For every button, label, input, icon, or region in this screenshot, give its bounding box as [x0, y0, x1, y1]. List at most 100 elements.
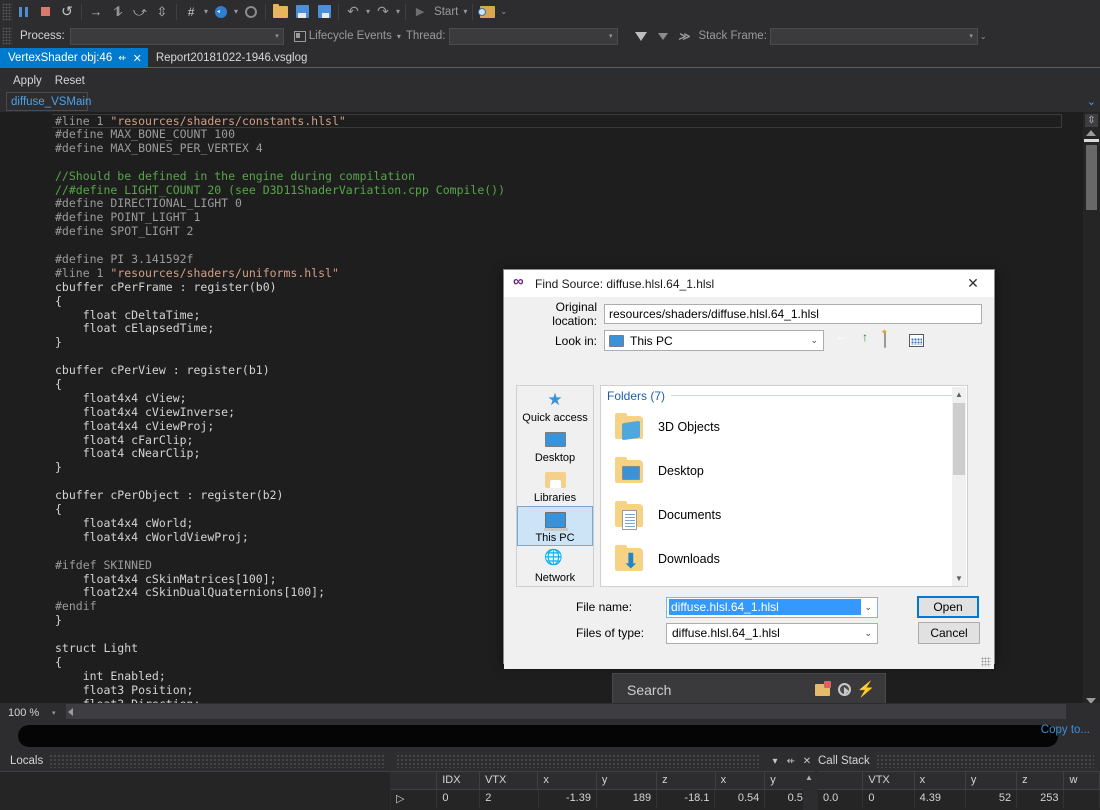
tab-report-vsglog[interactable]: Report20181022-1946.vsglog	[147, 48, 314, 68]
toggle-external-code-button[interactable]: ≫	[674, 26, 696, 46]
scroll-up-arrow-icon[interactable]	[1086, 130, 1096, 136]
place-item-network[interactable]: Network	[517, 546, 593, 586]
column-header[interactable]: VTX	[480, 772, 539, 789]
folder-item[interactable]: Documents	[601, 493, 967, 537]
open-file-button[interactable]	[269, 2, 291, 22]
filter-flagged-button[interactable]	[652, 26, 674, 46]
editor-vertical-scrollbar[interactable]: ⇳	[1083, 112, 1100, 710]
column-header[interactable]: x	[716, 772, 766, 789]
scroll-up-arrow-icon[interactable]: ▲	[803, 772, 815, 784]
column-header[interactable]: w	[1064, 772, 1100, 789]
process-toolbar-grip[interactable]	[2, 27, 12, 45]
dialog-places-bar[interactable]: ★ Quick access Desktop Libraries This PC Netw…	[516, 385, 594, 587]
graphics-analyzer-button[interactable]	[476, 2, 498, 22]
step-into-button[interactable]: →	[85, 2, 107, 22]
find-source-dialog[interactable]: Find Source: diffuse.hlsl.64_1.hlsl ✕ Or…	[503, 269, 995, 669]
place-item-desktop[interactable]: Desktop	[517, 426, 593, 466]
step-out-button[interactable]: ⤻	[129, 2, 151, 22]
apply-button[interactable]: Apply	[13, 75, 42, 87]
scroll-up-arrow-icon[interactable]: ▲	[952, 388, 966, 402]
views-button[interactable]: ▾	[909, 333, 926, 349]
locals-grid[interactable]	[0, 771, 390, 810]
undo-dropdown-caret[interactable]: ▾	[364, 7, 372, 16]
dialog-close-button[interactable]: ✕	[952, 270, 994, 297]
folder-items[interactable]: 3D Objects Desktop Documents Downloads Music	[601, 405, 967, 586]
breakpoint-dropdown-caret[interactable]: ▾	[232, 7, 240, 16]
scroll-left-arrow-icon[interactable]	[68, 708, 73, 716]
folder-item[interactable]: Downloads	[601, 537, 967, 581]
reset-button[interactable]: Reset	[55, 75, 85, 87]
lifecycle-events-label[interactable]: Lifecycle Events	[306, 30, 395, 42]
table-row[interactable]: 0.0 0 4.39 52 253	[818, 790, 1100, 808]
zoom-level[interactable]: 100 %	[0, 707, 48, 719]
search-record-button[interactable]	[833, 680, 855, 700]
new-folder-button[interactable]	[884, 331, 901, 349]
start-debug-button[interactable]: ▶	[409, 2, 431, 22]
tab-vertexshader-obj46[interactable]: VertexShader obj:46 ⇷ ✕	[0, 48, 148, 68]
column-header[interactable]: VTX	[863, 772, 915, 789]
restart-button[interactable]: ↺	[56, 2, 78, 22]
pin-icon[interactable]: ⇷	[118, 53, 126, 64]
dialog-file-list[interactable]: Folders (7) 3D Objects Desktop Documents Do…	[600, 385, 968, 587]
panel-drag-dots[interactable]	[875, 754, 1094, 768]
search-input[interactable]: Search	[627, 682, 811, 698]
place-item-this-pc[interactable]: This PC	[517, 506, 593, 546]
lifecycle-dropdown-caret[interactable]: ▾	[395, 32, 403, 41]
save-button[interactable]	[291, 2, 313, 22]
pin-icon[interactable]: ⇷	[783, 756, 799, 767]
folder-item[interactable]: 3D Objects	[601, 405, 967, 449]
dialog-title-bar[interactable]: Find Source: diffuse.hlsl.64_1.hlsl ✕	[504, 270, 994, 297]
panel-dropdown-button[interactable]: ▾	[767, 756, 783, 767]
panel-drag-dots[interactable]	[396, 754, 761, 768]
column-header[interactable]: x	[915, 772, 966, 789]
search-run-button[interactable]: ⚡	[855, 680, 877, 700]
thread-combo[interactable]: ▾	[448, 27, 618, 45]
look-in-combo[interactable]: This PC ⌄	[604, 330, 824, 351]
column-header[interactable]: z	[657, 772, 716, 789]
undo-button[interactable]: ↶	[342, 2, 364, 22]
up-one-level-button[interactable]	[859, 333, 876, 349]
column-header[interactable]: y	[966, 772, 1018, 789]
folder-item[interactable]: Desktop	[601, 449, 967, 493]
entrypoint-selector[interactable]: diffuse_VSMain	[6, 92, 91, 111]
back-button[interactable]	[834, 333, 851, 349]
stack-frame-combo[interactable]: ▾	[769, 27, 978, 45]
panel-drag-dots[interactable]	[49, 754, 384, 768]
close-icon[interactable]: ✕	[133, 52, 142, 65]
table-row[interactable]: ▷ 0 2 -1.39 189 -18.1 0.54 0.53	[391, 790, 816, 808]
redo-button[interactable]: ↷	[372, 2, 394, 22]
files-of-type-combo[interactable]: diffuse.hlsl.64_1.hlsl ⌄	[666, 622, 878, 644]
place-item-quick-access[interactable]: ★ Quick access	[517, 386, 593, 426]
vertex-grid[interactable]: IDX VTX x y z x y ▷ 0 2 -1.39 189 -18.1 0.54 0.53 ▲	[391, 771, 816, 810]
file-list-scrollbar[interactable]: ▲ ▼	[952, 387, 966, 586]
file-name-combo[interactable]: diffuse.hlsl.64_1.hlsl ⌄	[666, 596, 878, 618]
scrollbar-thumb[interactable]	[1086, 145, 1097, 210]
hex-dropdown-caret[interactable]: ▾	[202, 7, 210, 16]
copy-to-link[interactable]: Copy to...	[1041, 724, 1090, 736]
filter-threads-button[interactable]	[630, 26, 652, 46]
column-header[interactable]: IDX	[437, 772, 480, 789]
show-next-statement-button[interactable]: ⇳	[151, 2, 173, 22]
start-dropdown-caret[interactable]: ▾	[461, 7, 469, 16]
column-header[interactable]: x	[538, 772, 597, 789]
vertex-grid-scrollbar[interactable]: ▲	[803, 772, 815, 810]
dialog-resize-grip[interactable]	[981, 657, 991, 667]
pause-button[interactable]	[12, 2, 34, 22]
place-item-libraries[interactable]: Libraries	[517, 466, 593, 506]
column-header[interactable]	[818, 772, 864, 789]
zoom-dropdown-caret[interactable]: ▾	[48, 709, 56, 717]
search-folder-button[interactable]	[811, 680, 833, 700]
cancel-button[interactable]: Cancel	[918, 622, 980, 644]
process-toolbar-overflow-caret[interactable]: ⌄	[978, 32, 989, 41]
breakpoint-nav-button[interactable]	[210, 2, 232, 22]
hex-display-button[interactable]: #	[180, 2, 202, 22]
scroll-down-arrow-icon[interactable]: ▼	[952, 572, 966, 586]
column-header[interactable]: z	[1017, 772, 1065, 789]
right-grid[interactable]: VTX x y z w 0.0 0 4.39 52 253	[818, 771, 1100, 810]
column-header[interactable]	[391, 772, 438, 789]
editor-horizontal-scrollbar[interactable]	[66, 704, 1066, 720]
original-location-field[interactable]: resources/shaders/diffuse.hlsl.64_1.hlsl	[604, 304, 982, 324]
entrypoint-right-caret[interactable]: ⌄	[1087, 95, 1096, 108]
step-over-button[interactable]: ⥮	[107, 2, 129, 22]
split-view-button[interactable]: ⇳	[1085, 114, 1098, 127]
